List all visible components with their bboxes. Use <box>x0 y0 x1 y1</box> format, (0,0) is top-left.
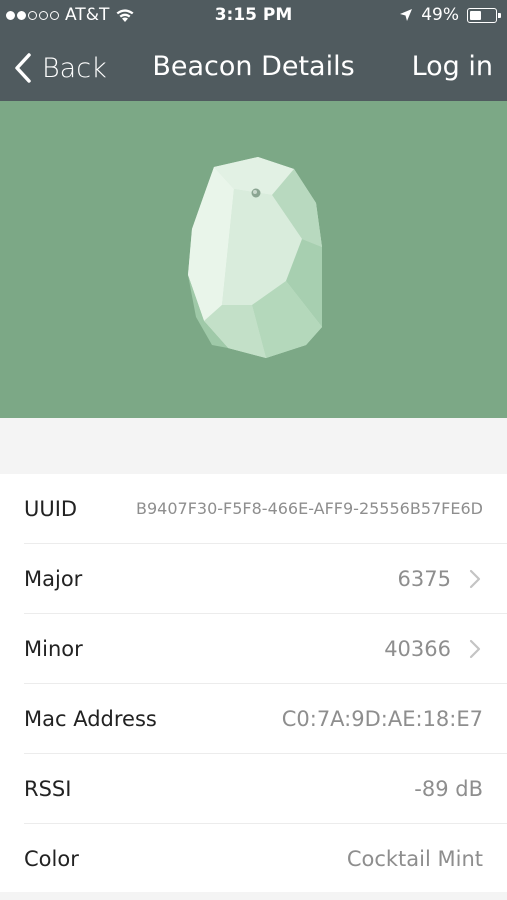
status-bar: AT&T 3:15 PM 49% <box>0 0 507 34</box>
rssi-label: RSSI <box>24 777 72 801</box>
color-value: Cocktail Mint <box>346 847 483 871</box>
status-right: 49% <box>399 5 501 25</box>
uuid-row: UUID B9407F30-F5F8-466E-AFF9-25556B57FE6… <box>0 474 507 544</box>
rssi-row: RSSI -89 dB <box>0 754 507 824</box>
mac-address-row: Mac Address C0:7A:9D:AE:18:E7 <box>0 684 507 754</box>
beacon-hero <box>0 101 507 418</box>
beacon-details-list: UUID B9407F30-F5F8-466E-AFF9-25556B57FE6… <box>0 474 507 892</box>
navigation-header: AT&T 3:15 PM 49% Back Beacon Details Log… <box>0 0 507 101</box>
bottom-spacer <box>0 892 507 900</box>
minor-value: 40366 <box>384 637 451 661</box>
major-value: 6375 <box>397 567 451 591</box>
minor-label: Minor <box>24 637 83 661</box>
battery-level <box>470 10 481 20</box>
major-label: Major <box>24 567 83 591</box>
beacon-image <box>188 157 322 358</box>
major-row[interactable]: Major 6375 <box>0 544 507 614</box>
chevron-right-icon <box>469 569 481 589</box>
battery-percentage: 49% <box>421 5 459 25</box>
mac-address-label: Mac Address <box>24 707 157 731</box>
uuid-value: B9407F30-F5F8-466E-AFF9-25556B57FE6D <box>136 499 483 518</box>
section-spacer <box>0 418 507 474</box>
chevron-right-icon <box>469 639 481 659</box>
battery-icon <box>467 7 501 23</box>
color-label: Color <box>24 847 79 871</box>
color-row: Color Cocktail Mint <box>0 824 507 894</box>
uuid-label: UUID <box>24 497 78 521</box>
location-arrow-icon <box>400 9 413 21</box>
login-button[interactable]: Log in <box>412 51 493 82</box>
rssi-value: -89 dB <box>414 777 483 801</box>
minor-row[interactable]: Minor 40366 <box>0 614 507 684</box>
mac-address-value: C0:7A:9D:AE:18:E7 <box>281 707 483 731</box>
